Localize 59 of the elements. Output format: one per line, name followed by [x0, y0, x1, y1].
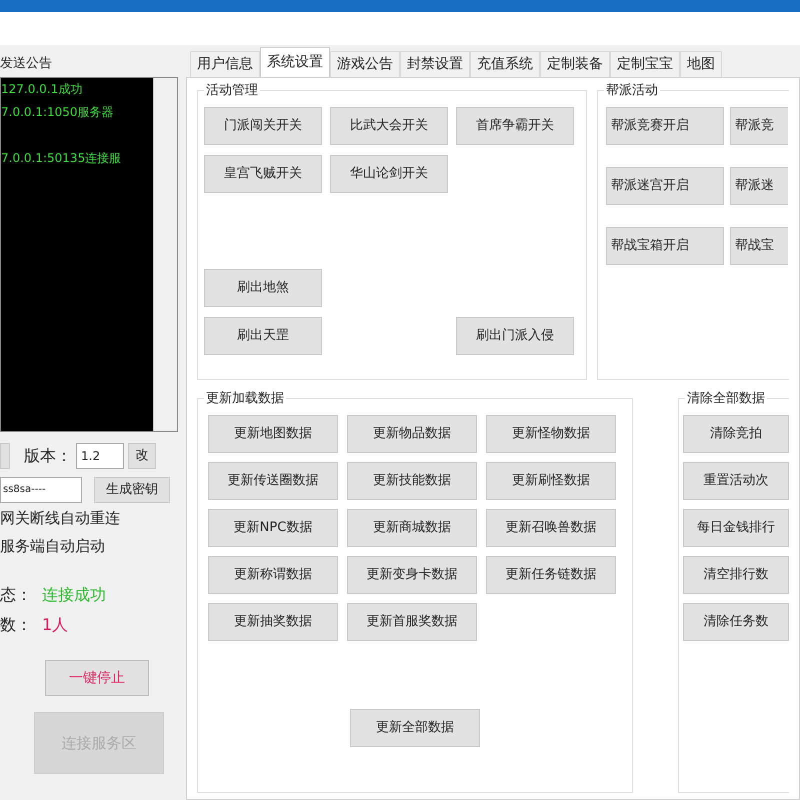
tab[interactable]: 充值系统 — [470, 51, 540, 77]
tab[interactable]: 地图 — [680, 51, 722, 77]
log-line: 7.0.0.1:50135连接服 — [1, 150, 122, 167]
spawn-button[interactable]: 刷出地煞 — [204, 269, 322, 307]
clear-button[interactable]: 清空排行数 — [683, 556, 789, 594]
update-button[interactable]: 更新称谓数据 — [208, 556, 338, 594]
update-button[interactable]: 更新技能数据 — [347, 462, 477, 500]
stop-button[interactable]: 一键停止 — [45, 660, 149, 696]
update-button[interactable]: 更新首服奖数据 — [347, 603, 477, 641]
option-label[interactable]: 网关断线自动重连 — [0, 504, 186, 532]
update-button[interactable]: 更新任务链数据 — [486, 556, 616, 594]
update-button[interactable]: 更新召唤兽数据 — [486, 509, 616, 547]
toggle-button[interactable]: 比武大会开关 — [330, 107, 448, 145]
spawn-button[interactable]: 刷出门派入侵 — [456, 317, 574, 355]
option-label[interactable]: 服务端自动启动 — [0, 532, 186, 560]
tab[interactable]: 用户信息 — [190, 51, 260, 77]
update-button[interactable]: 更新地图数据 — [208, 415, 338, 453]
tab[interactable]: 定制装备 — [540, 51, 610, 77]
change-button[interactable]: 改 — [128, 443, 156, 469]
key-field[interactable]: ss8sa---- — [0, 477, 82, 503]
version-field[interactable]: 1.2 — [76, 443, 124, 469]
clear-button[interactable]: 每日金钱排行 — [683, 509, 789, 547]
guild-button[interactable]: 帮派迷宫开启 — [606, 167, 724, 205]
count-value: 1人 — [42, 614, 68, 636]
clear-button[interactable]: 清除竞拍 — [683, 415, 789, 453]
update-button[interactable]: 更新刷怪数据 — [486, 462, 616, 500]
panel-title: 发送公告 — [0, 54, 53, 72]
update-button[interactable]: 更新传送圈数据 — [208, 462, 338, 500]
update-button[interactable]: 更新物品数据 — [347, 415, 477, 453]
log-line: 127.0.0.1成功 — [1, 81, 84, 98]
tab[interactable]: 定制宝宝 — [610, 51, 680, 77]
tab[interactable]: 游戏公告 — [330, 51, 400, 77]
guild-button[interactable]: 帮派竞 — [730, 107, 788, 145]
tab[interactable]: 系统设置 — [260, 47, 330, 77]
update-button[interactable]: 更新商城数据 — [347, 509, 477, 547]
status-value: 连接成功 — [42, 584, 106, 606]
toggle-button[interactable]: 华山论剑开关 — [330, 155, 448, 193]
guild-button[interactable]: 帮战宝 — [730, 227, 788, 265]
update-button[interactable]: 更新NPC数据 — [208, 509, 338, 547]
spawn-button[interactable]: 刷出天罡 — [204, 317, 322, 355]
log-line: 7.0.0.1:1050服务器 — [1, 104, 115, 121]
generate-key-button[interactable]: 生成密钥 — [94, 477, 170, 503]
toggle-button[interactable]: 首席争霸开关 — [456, 107, 574, 145]
version-label: 版本： — [24, 445, 72, 467]
guild-button[interactable]: 帮派竞赛开启 — [606, 107, 724, 145]
guild-button[interactable]: 帮派迷 — [730, 167, 788, 205]
count-label: 数： — [0, 614, 32, 636]
tab[interactable]: 封禁设置 — [400, 51, 470, 77]
status-label: 态： — [0, 584, 32, 606]
clear-button[interactable]: 清除任务数 — [683, 603, 789, 641]
update-button[interactable]: 更新变身卡数据 — [347, 556, 477, 594]
update-all-button[interactable]: 更新全部数据 — [350, 709, 480, 747]
scrollbar[interactable] — [153, 78, 177, 431]
toggle-button[interactable]: 门派闯关开关 — [204, 107, 322, 145]
guild-button[interactable]: 帮战宝箱开启 — [606, 227, 724, 265]
toggle-button[interactable]: 皇宫飞贼开关 — [204, 155, 322, 193]
update-button[interactable]: 更新怪物数据 — [486, 415, 616, 453]
update-button[interactable]: 更新抽奖数据 — [208, 603, 338, 641]
clear-button[interactable]: 重置活动次 — [683, 462, 789, 500]
